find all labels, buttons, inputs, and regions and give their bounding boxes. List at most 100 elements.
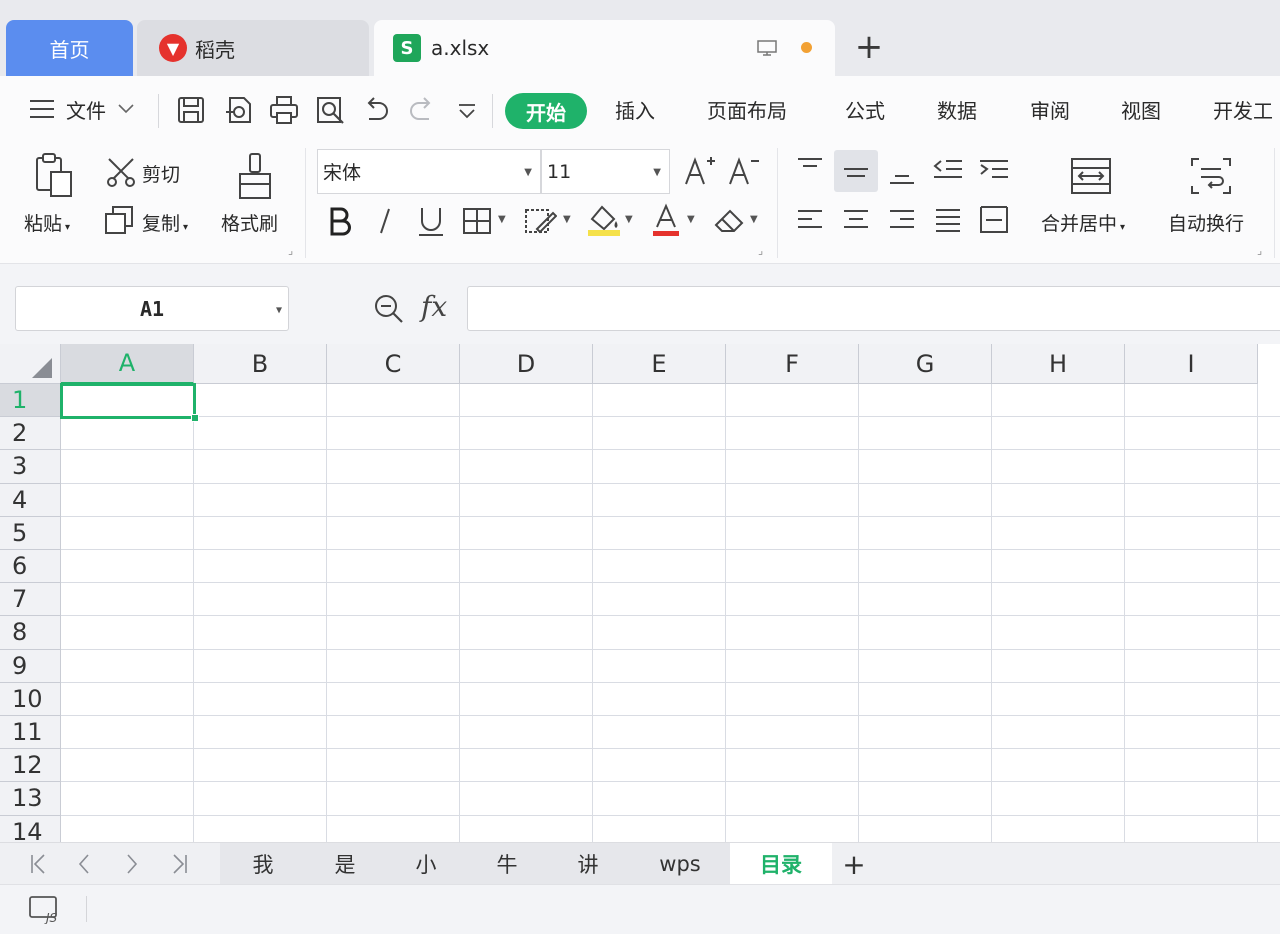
- zoom-icon[interactable]: [372, 292, 406, 326]
- justify-icon[interactable]: [933, 206, 963, 236]
- dialog-launcher-icon[interactable]: ⌟: [758, 244, 763, 257]
- cell-style-icon[interactable]: [523, 205, 557, 237]
- merge-icon[interactable]: [1069, 156, 1113, 196]
- next-sheet-icon[interactable]: [112, 843, 152, 885]
- active-cell-a1[interactable]: [60, 383, 196, 419]
- row-header-6[interactable]: 6: [0, 550, 61, 584]
- cut-icon[interactable]: [105, 157, 137, 187]
- row-header-8[interactable]: 8: [0, 616, 61, 650]
- tab-file[interactable]: S a.xlsx: [374, 20, 835, 76]
- menu-view[interactable]: 视图: [1121, 76, 1161, 142]
- caret-down-icon[interactable]: ▼: [625, 214, 633, 225]
- menu-data[interactable]: 数据: [937, 76, 977, 142]
- row-header-11[interactable]: 11: [0, 716, 61, 750]
- name-box[interactable]: A1 ▼: [15, 286, 289, 331]
- decrease-font-icon[interactable]: [727, 154, 761, 188]
- menu-page-layout[interactable]: 页面布局: [707, 76, 787, 142]
- fx-icon[interactable]: fx: [421, 290, 447, 323]
- row-header-12[interactable]: 12: [0, 749, 61, 783]
- menu-formulas[interactable]: 公式: [845, 76, 885, 142]
- row-header-7[interactable]: 7: [0, 583, 61, 617]
- column-header-e[interactable]: E: [593, 344, 726, 384]
- dialog-launcher-icon[interactable]: ⌟: [288, 244, 293, 257]
- new-tab-button[interactable]: +: [852, 28, 886, 66]
- caret-down-icon[interactable]: ▼: [498, 214, 506, 225]
- paste-button[interactable]: 粘贴 ▾: [24, 209, 70, 236]
- column-header-h[interactable]: H: [992, 344, 1125, 384]
- paste-icon[interactable]: [33, 152, 75, 198]
- column-header-b[interactable]: B: [194, 344, 327, 384]
- fill-handle[interactable]: [191, 414, 199, 422]
- column-header-d[interactable]: D: [460, 344, 593, 384]
- align-bottom-icon[interactable]: [887, 159, 917, 189]
- prev-sheet-icon[interactable]: [64, 843, 104, 885]
- column-header-i[interactable]: I: [1125, 344, 1258, 384]
- more-icon[interactable]: [456, 102, 478, 120]
- underline-icon[interactable]: [416, 205, 446, 237]
- caret-down-icon[interactable]: ▼: [687, 214, 695, 225]
- export-icon[interactable]: [222, 94, 254, 126]
- sheet-tab-4[interactable]: 牛: [468, 843, 546, 885]
- merge-center-button[interactable]: 合并居中 ▾: [1041, 209, 1125, 236]
- indent-increase-icon[interactable]: [978, 157, 1010, 187]
- row-header-3[interactable]: 3: [0, 450, 61, 484]
- print-icon[interactable]: [268, 94, 300, 126]
- add-sheet-button[interactable]: +: [838, 845, 870, 883]
- align-middle-icon[interactable]: [841, 157, 871, 187]
- save-icon[interactable]: [175, 94, 207, 126]
- format-painter-button[interactable]: 格式刷: [221, 209, 278, 236]
- fill-color-icon[interactable]: [586, 203, 622, 237]
- redo-icon[interactable]: [406, 94, 438, 126]
- font-name-select[interactable]: 宋体 ▼: [317, 149, 541, 194]
- clear-icon[interactable]: [712, 205, 748, 237]
- sheet-tab-1[interactable]: 我: [220, 843, 306, 885]
- caret-down-icon[interactable]: ▼: [750, 214, 758, 225]
- column-header-f[interactable]: F: [726, 344, 859, 384]
- align-right-icon[interactable]: [887, 206, 917, 236]
- first-sheet-icon[interactable]: [18, 843, 58, 885]
- sheet-tab-6[interactable]: wps: [630, 843, 730, 885]
- formula-input[interactable]: [467, 286, 1280, 331]
- sheet-tab-5[interactable]: 讲: [546, 843, 630, 885]
- distributed-icon[interactable]: [978, 204, 1010, 236]
- wrap-icon[interactable]: [1189, 156, 1233, 196]
- copy-icon[interactable]: [104, 205, 134, 235]
- row-header-14[interactable]: 14: [0, 815, 61, 842]
- column-header-a[interactable]: A: [61, 344, 194, 384]
- column-header-g[interactable]: G: [859, 344, 992, 384]
- caret-down-icon[interactable]: ▼: [563, 214, 571, 225]
- copy-button[interactable]: 复制 ▾: [142, 209, 188, 236]
- sheet-tab-3[interactable]: 小: [384, 843, 468, 885]
- menu-home[interactable]: 开始: [505, 93, 587, 129]
- tab-home[interactable]: 首页: [6, 20, 133, 76]
- row-header-5[interactable]: 5: [0, 516, 61, 550]
- monitor-icon[interactable]: [757, 40, 777, 56]
- row-header-9[interactable]: 9: [0, 649, 61, 683]
- increase-font-icon[interactable]: [683, 154, 717, 188]
- select-all-corner[interactable]: [0, 344, 61, 384]
- format-painter-icon[interactable]: [236, 152, 274, 200]
- align-center-icon[interactable]: [841, 206, 871, 236]
- bold-icon[interactable]: [326, 205, 354, 237]
- spreadsheet-grid[interactable]: A B C D E F G H I 1 2 3 4 5 6 7 8 9 10 11 12 13 14: [0, 344, 1280, 842]
- menu-insert[interactable]: 插入: [615, 76, 655, 142]
- menu-file[interactable]: 文件: [66, 76, 134, 142]
- row-header-4[interactable]: 4: [0, 483, 61, 517]
- row-header-13[interactable]: 13: [0, 782, 61, 816]
- align-top-icon[interactable]: [795, 155, 825, 185]
- column-header-c[interactable]: C: [327, 344, 460, 384]
- row-header-10[interactable]: 10: [0, 682, 61, 716]
- row-header-2[interactable]: 2: [0, 417, 61, 451]
- italic-icon[interactable]: [372, 205, 398, 237]
- row-header-1[interactable]: 1: [0, 384, 61, 418]
- indent-decrease-icon[interactable]: [932, 157, 964, 187]
- print-preview-icon[interactable]: [314, 94, 346, 126]
- js-macro-icon[interactable]: JS: [28, 894, 62, 924]
- menu-developer[interactable]: 开发工: [1213, 76, 1273, 142]
- wrap-text-button[interactable]: 自动换行: [1168, 209, 1244, 236]
- menu-review[interactable]: 审阅: [1030, 76, 1070, 142]
- menu-icon[interactable]: [28, 96, 56, 122]
- last-sheet-icon[interactable]: [160, 843, 200, 885]
- undo-icon[interactable]: [360, 94, 392, 126]
- font-color-icon[interactable]: [651, 203, 681, 237]
